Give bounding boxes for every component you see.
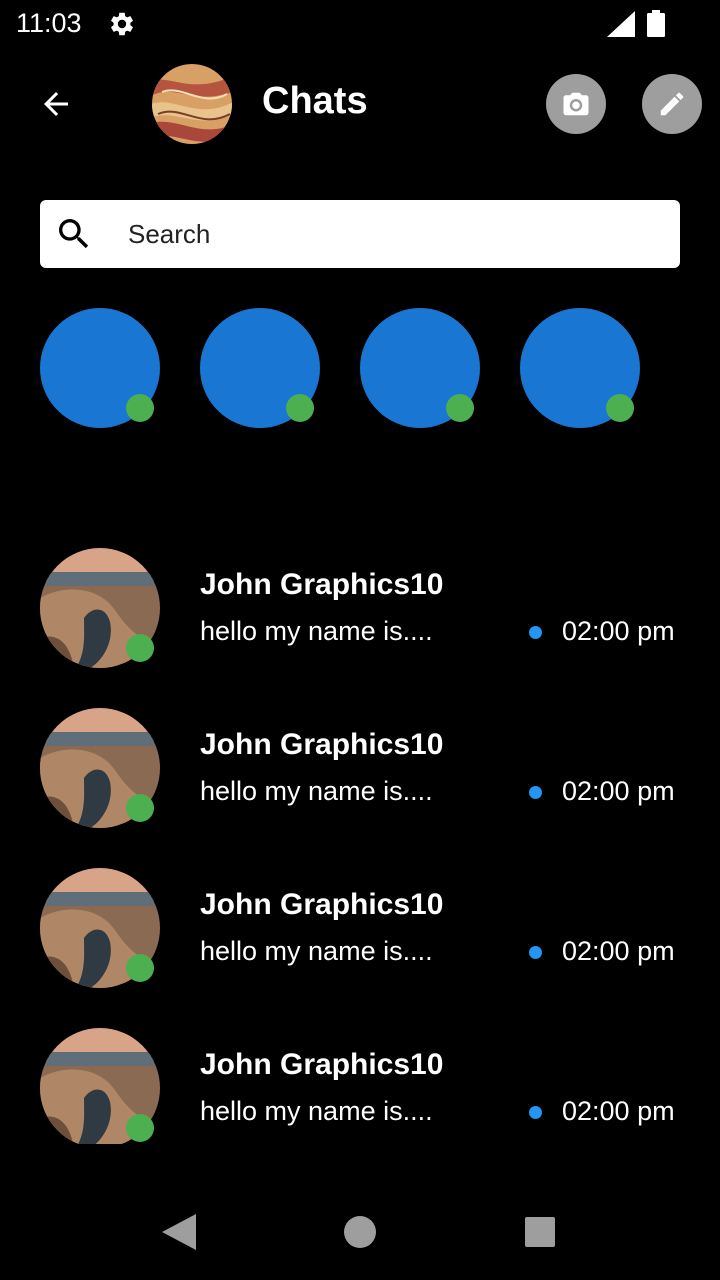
online-indicator <box>446 394 474 422</box>
chat-list-item[interactable]: John Graphics10 hello my name is.... 02:… <box>0 708 720 838</box>
stories-row <box>40 308 680 438</box>
story-avatar[interactable] <box>360 308 480 428</box>
chat-message-preview: hello my name is.... <box>200 616 433 646</box>
back-button[interactable] <box>30 78 82 130</box>
chat-time: 02:00 pm <box>562 776 675 806</box>
status-time: 11:03 <box>16 8 82 38</box>
edit-button[interactable] <box>642 74 702 134</box>
unread-indicator <box>529 1106 542 1119</box>
chat-list-item[interactable]: John Graphics10 hello my name is.... 02:… <box>0 868 720 998</box>
online-indicator <box>126 954 154 982</box>
gear-icon <box>111 12 133 36</box>
unread-indicator <box>529 946 542 959</box>
story-avatar[interactable] <box>520 308 640 428</box>
camera-icon <box>563 92 589 116</box>
pencil-icon <box>660 92 684 116</box>
chat-message-preview: hello my name is.... <box>200 1096 433 1126</box>
battery-icon <box>647 10 665 37</box>
recents-square-icon[interactable] <box>525 1217 555 1247</box>
chat-name: John Graphics10 <box>200 728 444 761</box>
chat-message-preview: hello my name is.... <box>200 776 433 806</box>
online-indicator <box>126 1114 154 1142</box>
profile-avatar[interactable] <box>152 64 232 144</box>
online-indicator <box>606 394 634 422</box>
chat-time: 02:00 pm <box>562 1096 675 1126</box>
online-indicator <box>126 394 154 422</box>
home-circle-icon[interactable] <box>344 1216 376 1248</box>
camera-button[interactable] <box>546 74 606 134</box>
profile-picture <box>152 64 232 144</box>
page-title: Chats <box>262 80 368 122</box>
online-indicator <box>286 394 314 422</box>
chat-message-preview: hello my name is.... <box>200 936 433 966</box>
chat-list-item[interactable]: John Graphics10 hello my name is.... 02:… <box>0 1028 720 1144</box>
chat-name: John Graphics10 <box>200 1048 444 1081</box>
search-box[interactable] <box>40 200 680 268</box>
online-indicator <box>126 794 154 822</box>
arrow-left-icon <box>44 92 68 116</box>
back-triangle-icon[interactable] <box>162 1214 196 1250</box>
story-avatar[interactable] <box>40 308 160 428</box>
status-bar: 11:03 <box>0 0 720 48</box>
signal-icon <box>607 11 635 37</box>
chat-name: John Graphics10 <box>200 568 444 601</box>
system-nav-bar <box>0 1184 720 1280</box>
chat-name: John Graphics10 <box>200 888 444 921</box>
unread-indicator <box>529 786 542 799</box>
app-bar: Chats <box>0 56 720 152</box>
chat-time: 02:00 pm <box>562 936 675 966</box>
search-input[interactable] <box>128 200 658 268</box>
unread-indicator <box>529 626 542 639</box>
chat-list-item[interactable]: John Graphics10 hello my name is.... 02:… <box>0 548 720 678</box>
story-avatar[interactable] <box>200 308 320 428</box>
chat-time: 02:00 pm <box>562 616 675 646</box>
online-indicator <box>126 634 154 662</box>
search-icon <box>59 219 89 249</box>
